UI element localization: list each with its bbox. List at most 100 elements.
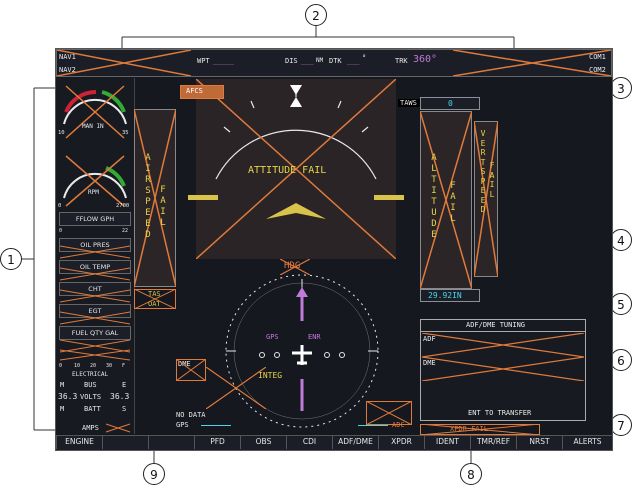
fuel-scale-20: 20 xyxy=(90,363,97,369)
vertical-letter: I xyxy=(450,203,456,213)
softkey-blank-2[interactable] xyxy=(148,435,194,449)
softkey-tmr-ref[interactable]: TMR/REF xyxy=(470,435,516,449)
vertical-letter: A xyxy=(431,153,437,163)
callout-7: 7 xyxy=(610,414,632,436)
volts-label: VOLTS xyxy=(80,393,102,401)
volts-left-value: 36.3 xyxy=(58,392,78,401)
callout-9: 9 xyxy=(143,463,165,485)
softkey-xpdr[interactable]: XPDR xyxy=(378,435,424,449)
com-frequency-fail-x xyxy=(453,50,611,76)
callout-2: 2 xyxy=(305,4,327,26)
altitude-word-letters: ALTITUDE xyxy=(428,153,440,241)
dtk-value: ___ xyxy=(347,57,360,65)
vertical-letter: U xyxy=(431,208,437,218)
vertical-letter: F xyxy=(160,185,166,195)
vertical-letter: I xyxy=(145,164,151,174)
vertical-letter: L xyxy=(450,214,456,224)
ent-to-transfer-label: ENT TO TRANSFER xyxy=(468,409,532,417)
vertical-letter: E xyxy=(480,138,486,148)
vertical-letter: D xyxy=(480,205,486,214)
vertical-letter: A xyxy=(450,192,456,202)
softkey-ident[interactable]: IDENT xyxy=(424,435,470,449)
callout-4: 4 xyxy=(610,229,632,251)
no-data-source: GPS xyxy=(176,421,189,429)
wpt-label: WPT xyxy=(197,57,210,65)
vertical-letter: L xyxy=(160,218,166,228)
no-data-label: NO DATA xyxy=(176,411,206,419)
trk-value: 360° xyxy=(413,54,438,65)
callout-5: 5 xyxy=(610,293,632,315)
bus-label: BUS xyxy=(84,381,97,389)
dis-unit: NM xyxy=(316,57,324,64)
altitude-word: ALTITUDE xyxy=(428,153,440,241)
vertical-letter: A xyxy=(145,153,151,163)
nav2-label: NAV2 xyxy=(59,66,76,74)
selected-altitude-value: 0 xyxy=(448,99,453,108)
dtk-unit: ° xyxy=(362,54,367,62)
softkey-pfd[interactable]: PFD xyxy=(194,435,240,449)
airspeed-fail-letters: FAIL xyxy=(157,185,169,229)
pfd-display: NAV1 NAV2 WPT _____ DIS ___ NM DTK ___ °… xyxy=(55,48,613,451)
dme-frequency-fail-x xyxy=(422,357,584,381)
electrical-label: ELECTRICAL xyxy=(72,371,109,378)
softkey-engine[interactable]: ENGINE xyxy=(56,435,102,449)
vertical-letter: D xyxy=(431,219,437,229)
airspeed-fail-word: FAIL xyxy=(157,185,169,229)
adc-label: ADC xyxy=(392,421,405,429)
softkey-nrst[interactable]: NRST xyxy=(516,435,562,449)
vertical-letter: R xyxy=(145,175,151,185)
fuel-scale-0: 0 xyxy=(59,363,63,369)
afcs-label: AFCS xyxy=(186,87,203,95)
callout-1: 1 xyxy=(0,248,22,270)
hdg-label: HDG xyxy=(284,261,301,271)
altitude-fail-letters: FAIL xyxy=(447,181,459,225)
enr-label: ENR xyxy=(308,333,321,341)
volts-right-value: 36.3 xyxy=(110,392,130,401)
vertical-letter: F xyxy=(489,161,495,170)
callout-8: 8 xyxy=(460,463,482,485)
bearing-arrow-left xyxy=(201,425,231,426)
vertical-speed-fail-word: FAIL xyxy=(486,161,498,199)
vertical-letter: L xyxy=(489,189,495,199)
airspeed-word-letters: AIRSPEED xyxy=(142,153,154,241)
batt-m-label: M xyxy=(60,405,65,413)
softkey-adf-dme[interactable]: ADF/DME xyxy=(332,435,378,449)
softkey-alerts[interactable]: ALERTS xyxy=(562,435,612,449)
vertical-letter: P xyxy=(145,197,151,207)
vertical-letter: D xyxy=(145,230,151,240)
com2-label: COM2 xyxy=(589,66,606,74)
vertical-letter: T xyxy=(431,197,437,207)
softkey-obs[interactable]: OBS xyxy=(240,435,286,449)
vertical-letter: L xyxy=(431,164,437,174)
vertical-letter: A xyxy=(160,196,166,206)
dis-value: ___ xyxy=(301,57,314,65)
vertical-letter: E xyxy=(145,219,151,229)
bus-m-label: M xyxy=(60,381,65,389)
dme-window-fail-x xyxy=(176,359,206,381)
vertical-letter: F xyxy=(450,181,456,191)
vertical-letter: A xyxy=(489,170,495,180)
adc-fail-x xyxy=(366,401,412,425)
dtk-label: DTK xyxy=(329,57,342,65)
gps-source-label: GPS xyxy=(266,333,279,341)
softkey-blank-1[interactable] xyxy=(102,435,148,449)
engine-indication-system: MAN IN 10 35 RPM 0 2700 FFLOW GPH 0 22 O… xyxy=(56,78,135,434)
fuel-scale-10: 10 xyxy=(74,363,81,369)
altitude-fail-word: FAIL xyxy=(447,181,459,225)
dis-label: DIS xyxy=(285,57,298,65)
callout-3: 3 xyxy=(610,77,632,99)
vertical-letter: R xyxy=(480,148,486,157)
airspeed-fail-x xyxy=(134,109,176,287)
wpt-value: _____ xyxy=(213,57,235,65)
adf-tuning-label: ADF xyxy=(423,335,436,343)
nav-frequency-fail-x xyxy=(57,50,191,76)
softkey-cdi[interactable]: CDI xyxy=(286,435,332,449)
com1-label: COM1 xyxy=(589,53,606,61)
adf-dme-tuning-title: ADF/DME TUNING xyxy=(466,321,526,329)
batt-label: BATT xyxy=(84,405,101,413)
nav-bar: NAV1 NAV2 WPT _____ DIS ___ NM DTK ___ °… xyxy=(56,49,612,77)
attitude-fail-text: ATTITUDE FAIL xyxy=(248,165,327,176)
vertical-letter: S xyxy=(145,186,151,196)
fuel-scale-30: 30 xyxy=(106,363,113,369)
tas-oat-fail-x xyxy=(134,289,176,309)
